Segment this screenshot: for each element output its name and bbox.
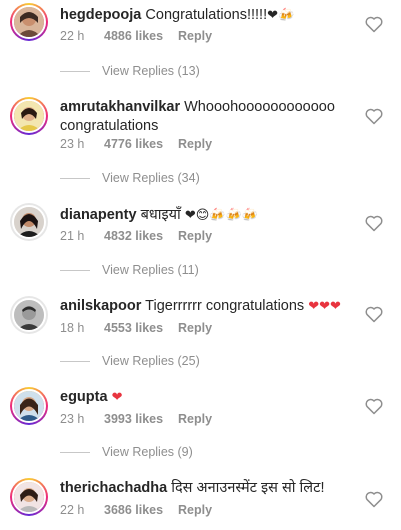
view-replies-label[interactable]: View Replies (25) <box>102 354 200 368</box>
avatar[interactable] <box>10 3 48 41</box>
reply-button[interactable]: Reply <box>178 29 212 43</box>
username[interactable]: amrutakhanvilkar <box>60 99 180 115</box>
comment-meta: 18 h 4553 likes Reply <box>60 321 212 335</box>
comment-meta: 21 h 4832 likes Reply <box>60 229 212 243</box>
heart-outline-icon[interactable] <box>364 396 384 416</box>
like-count[interactable]: 4776 likes <box>104 137 178 151</box>
reply-button[interactable]: Reply <box>178 503 212 517</box>
view-replies-label[interactable]: View Replies (34) <box>102 171 200 185</box>
like-count[interactable]: 3686 likes <box>104 503 178 517</box>
emoji-group: ❤❤❤ <box>308 299 341 314</box>
comment-meta: 22 h 3686 likes Reply <box>60 503 212 517</box>
like-count[interactable]: 4832 likes <box>104 229 178 243</box>
comment-body: दिस अनाउनस्मेंट इस सो लिट! <box>171 480 325 496</box>
comment-meta: 22 h 4886 likes Reply <box>60 29 212 43</box>
comment-meta: 23 h 3993 likes Reply <box>60 412 212 426</box>
avatar[interactable] <box>10 387 48 425</box>
comment-body: Tigerrrrrr congratulations <box>145 298 305 314</box>
reply-button[interactable]: Reply <box>178 137 212 151</box>
comment-body: Congratulations!!!!! <box>145 7 268 23</box>
avatar[interactable] <box>10 97 48 135</box>
username[interactable]: anilskapoor <box>60 298 141 314</box>
timestamp: 21 h <box>60 229 85 243</box>
heart-outline-icon[interactable] <box>364 213 384 233</box>
emoji-group: ❤ <box>111 390 123 405</box>
view-replies-label[interactable]: View Replies (9) <box>102 445 193 459</box>
timestamp: 23 h <box>60 412 85 426</box>
view-replies-link[interactable]: View Replies (13) <box>60 64 200 78</box>
username[interactable]: dianapenty <box>60 207 137 223</box>
divider <box>60 70 90 72</box>
divider <box>60 451 90 453</box>
comment-meta: 23 h 4776 likes Reply <box>60 137 212 151</box>
heart-outline-icon[interactable] <box>364 489 384 509</box>
comment-text: egupta ❤ <box>60 388 350 407</box>
comment-text: therichachadha दिस अनाउनस्मेंट इस सो लिट… <box>60 479 350 498</box>
comment-body: बधाइयाँ <box>140 207 181 223</box>
view-replies-label[interactable]: View Replies (11) <box>102 263 199 277</box>
reply-button[interactable]: Reply <box>178 229 212 243</box>
timestamp: 18 h <box>60 321 85 335</box>
view-replies-link[interactable]: View Replies (11) <box>60 263 199 277</box>
like-count[interactable]: 3993 likes <box>104 412 178 426</box>
heart-outline-icon[interactable] <box>364 14 384 34</box>
username[interactable]: therichachadha <box>60 480 167 496</box>
reply-button[interactable]: Reply <box>178 321 212 335</box>
comment-text: amrutakhanvilkar Whooohoooooooooooo cong… <box>60 98 350 136</box>
divider <box>60 269 90 271</box>
heart-outline-icon[interactable] <box>364 106 384 126</box>
reply-button[interactable]: Reply <box>178 412 212 426</box>
like-count[interactable]: 4886 likes <box>104 29 178 43</box>
divider <box>60 360 90 362</box>
timestamp: 23 h <box>60 137 85 151</box>
emoji-group: ❤🍻 <box>267 8 295 23</box>
emoji-group: ❤😊🍻🍻🍻 <box>184 208 258 223</box>
comment-text: anilskapoor Tigerrrrrr congratulations ❤… <box>60 297 350 316</box>
view-replies-link[interactable]: View Replies (34) <box>60 171 200 185</box>
avatar[interactable] <box>10 478 48 516</box>
timestamp: 22 h <box>60 29 85 43</box>
view-replies-link[interactable]: View Replies (9) <box>60 445 193 459</box>
divider <box>60 177 90 179</box>
view-replies-link[interactable]: View Replies (25) <box>60 354 200 368</box>
view-replies-label[interactable]: View Replies (13) <box>102 64 200 78</box>
avatar[interactable] <box>10 203 48 241</box>
timestamp: 22 h <box>60 503 85 517</box>
comment-text: dianapenty बधाइयाँ ❤😊🍻🍻🍻 <box>60 206 350 225</box>
username[interactable]: hegdepooja <box>60 7 141 23</box>
heart-outline-icon[interactable] <box>364 304 384 324</box>
comment-text: hegdepooja Congratulations!!!!!❤🍻 <box>60 6 350 25</box>
avatar[interactable] <box>10 296 48 334</box>
username[interactable]: egupta <box>60 389 108 405</box>
like-count[interactable]: 4553 likes <box>104 321 178 335</box>
